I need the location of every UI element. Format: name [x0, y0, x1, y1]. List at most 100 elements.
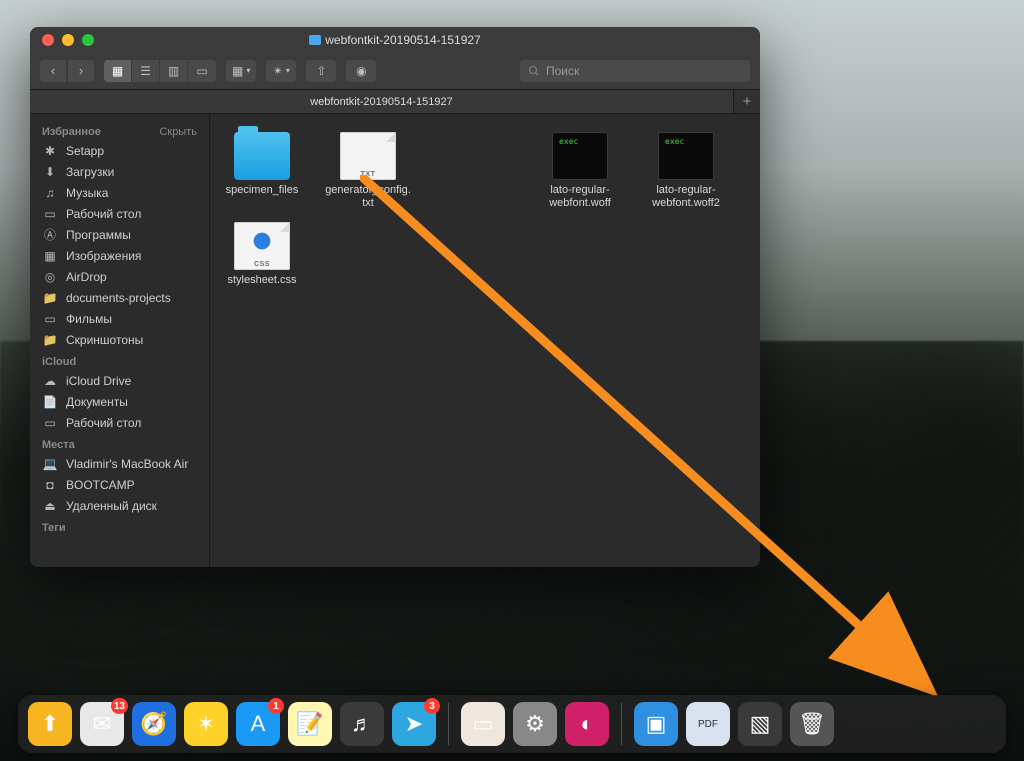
dock-appstore[interactable]: A1 [236, 702, 280, 746]
sidebar-item-label: Фильмы [66, 312, 112, 326]
new-tab-button[interactable]: + [734, 90, 760, 113]
css-file-icon: CSS [234, 222, 290, 270]
music-icon: ♫ [42, 186, 58, 200]
apps-icon: Ⓐ [42, 228, 58, 242]
dock-trash[interactable]: 🗑 [790, 702, 834, 746]
sidebar-item-label: Программы [66, 228, 131, 242]
sidebar-item[interactable]: ⏏ Удаленный диск [30, 495, 209, 516]
finder-window: webfontkit-20190514-151927 ‹ › ▦ ☰ ▥ ▭ ▦… [30, 27, 760, 567]
file-grid[interactable]: specimen_files TXTgenerator_config.txt exe… [210, 114, 760, 567]
desktop-icon: ▭ [42, 207, 58, 221]
sidebar-item[interactable]: ▭ Рабочий стол [30, 203, 209, 224]
laptop-icon: 💻 [42, 457, 58, 471]
forward-button[interactable]: › [68, 60, 94, 82]
close-button[interactable] [42, 34, 54, 46]
search-icon [528, 65, 540, 77]
dock-safari[interactable]: 🧭 [132, 702, 176, 746]
sidebar-item[interactable]: 💻Vladimir's MacBook Air [30, 453, 209, 474]
setapp-icon: ✱ [42, 144, 58, 158]
sidebar-item-label: Рабочий стол [66, 207, 141, 221]
file-item[interactable]: execlato-regular-webfont.woff [536, 132, 624, 210]
sidebar-item[interactable]: ▭ Рабочий стол [30, 412, 209, 433]
sidebar-item[interactable]: ▭ Фильмы [30, 308, 209, 329]
icon-view[interactable]: ▦ [104, 60, 132, 82]
cloud-icon: ☁ [42, 374, 58, 388]
dock-butterfly[interactable]: ✶ [184, 702, 228, 746]
sidebar-item[interactable]: 📁Скриншотоны [30, 329, 209, 350]
sidebar-item-label: Setapp [66, 144, 104, 158]
dock-pdf[interactable]: PDF [686, 702, 730, 746]
sidebar-item[interactable]: ♫ Музыка [30, 182, 209, 203]
dock-mail[interactable]: ✉13 [80, 702, 124, 746]
zoom-button[interactable] [82, 34, 94, 46]
search-placeholder: Поиск [546, 64, 579, 78]
action-button[interactable]: ✴ ▾ [266, 60, 296, 82]
sidebar-item[interactable]: ▦ Изображения [30, 245, 209, 266]
sidebar-section-header: iCloud [30, 350, 209, 370]
sidebar-item[interactable]: 📄Документы [30, 391, 209, 412]
dock-dropbox[interactable]: ▣ [634, 702, 678, 746]
tab-bar: webfontkit-20190514-151927 + [30, 90, 760, 114]
tab[interactable]: webfontkit-20190514-151927 [30, 90, 734, 113]
exec-icon: exec [552, 132, 608, 180]
sidebar-item[interactable]: ◘BOOTCAMP [30, 474, 209, 495]
sidebar-item-label: iCloud Drive [66, 374, 131, 388]
tags-button[interactable]: ◉ [346, 60, 376, 82]
back-button[interactable]: ‹ [40, 60, 66, 82]
images-icon: ▦ [42, 249, 58, 263]
arrange-button[interactable]: ▦ ▾ [226, 60, 256, 82]
sidebar-item[interactable]: Ⓐ Программы [30, 224, 209, 245]
sidebar-item-label: Рабочий стол [66, 416, 141, 430]
sidebar-item-label: AirDrop [66, 270, 107, 284]
file-item[interactable]: TXTgenerator_config.txt [324, 132, 412, 210]
sidebar-item[interactable]: ✱ Setapp [30, 140, 209, 161]
dock-telegram[interactable]: ➤3 [392, 702, 436, 746]
sidebar-item-label: Музыка [66, 186, 108, 200]
dock-separator [621, 703, 622, 745]
sidebar-item[interactable]: 📁documents-projects [30, 287, 209, 308]
sidebar-item[interactable]: ☁ iCloud Drive [30, 370, 209, 391]
sidebar-item[interactable]: ⬇ Загрузки [30, 161, 209, 182]
sidebar-item-label: Удаленный диск [66, 499, 157, 513]
dock-separator [448, 703, 449, 745]
column-view[interactable]: ▥ [160, 60, 188, 82]
file-label: specimen_files [226, 184, 299, 197]
view-switcher[interactable]: ▦ ☰ ▥ ▭ [104, 60, 216, 82]
search-input[interactable]: Поиск [520, 60, 750, 82]
file-item[interactable]: execlato-regular-webfont.woff2 [642, 132, 730, 210]
folder-icon [234, 132, 290, 180]
list-view[interactable]: ☰ [132, 60, 160, 82]
titlebar[interactable]: webfontkit-20190514-151927 [30, 27, 760, 52]
dock: ⬆✉13🧭✶A1📝♬➤3 ▭⚙◐ ▣PDF▧🗑 [18, 695, 1006, 753]
sidebar-item-label: Загрузки [66, 165, 114, 179]
share-button[interactable]: ⇧ [306, 60, 336, 82]
dock-bear[interactable]: ▭ [461, 702, 505, 746]
sidebar-section-header: Места [30, 433, 209, 453]
dock-cleanmymac[interactable]: ◐ [565, 702, 609, 746]
folder-icon [309, 35, 321, 45]
eject-icon: ⏏ [42, 499, 58, 513]
file-item[interactable]: specimen_files [218, 132, 306, 210]
file-item[interactable]: CSSstylesheet.css [218, 222, 306, 287]
sidebar: ИзбранноеСкрыть✱Setapp⬇Загрузки♫Музыка▭Р… [30, 114, 210, 567]
sidebar-item[interactable]: ◎ AirDrop [30, 266, 209, 287]
sidebar-item-label: Изображения [66, 249, 141, 263]
gallery-view[interactable]: ▭ [188, 60, 216, 82]
txt-file-icon: TXT [340, 132, 396, 180]
sidebar-section-header: Теги [30, 516, 209, 536]
dock-screenshot[interactable]: ▧ [738, 702, 782, 746]
minimize-button[interactable] [62, 34, 74, 46]
docs-icon: 📄 [42, 395, 58, 409]
dock-settings[interactable]: ⚙ [513, 702, 557, 746]
downloads-icon: ⬇ [42, 165, 58, 179]
toolbar: ‹ › ▦ ☰ ▥ ▭ ▦ ▾ ✴ ▾ ⇧ ◉ Поиск [30, 52, 760, 90]
dock-notes[interactable]: 📝 [288, 702, 332, 746]
sidebar-item-label: BOOTCAMP [66, 478, 135, 492]
dock-forklift[interactable]: ⬆ [28, 702, 72, 746]
movies-icon: ▭ [42, 312, 58, 326]
window-title: webfontkit-20190514-151927 [30, 33, 760, 47]
dock-logic[interactable]: ♬ [340, 702, 384, 746]
desktop-icon: ▭ [42, 416, 58, 430]
file-label: lato-regular-webfont.woff2 [643, 184, 729, 210]
airdrop-icon: ◎ [42, 270, 58, 284]
